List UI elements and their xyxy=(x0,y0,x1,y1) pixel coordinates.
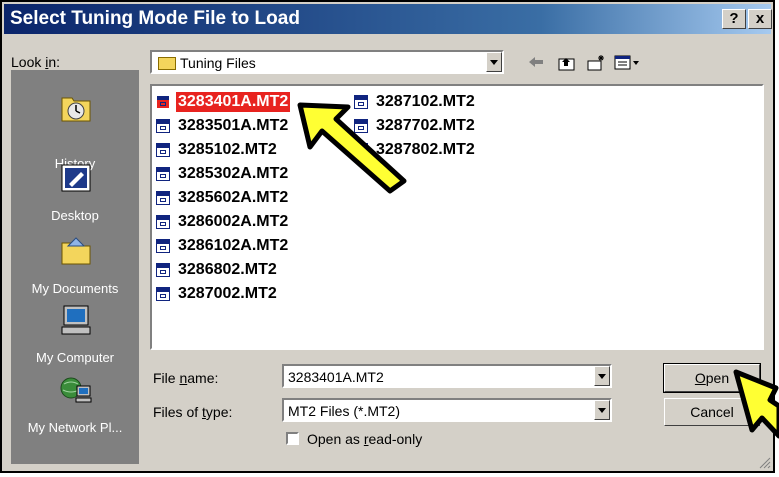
filetype-dropdown[interactable]: MT2 Files (*.MT2) xyxy=(282,398,612,422)
place-label: Desktop xyxy=(51,208,99,223)
chevron-down-icon[interactable] xyxy=(594,400,610,420)
readonly-checkbox[interactable] xyxy=(286,432,299,445)
mt2-file-icon xyxy=(156,95,170,109)
my-network-icon xyxy=(59,374,93,406)
my-documents-icon xyxy=(59,235,93,267)
chevron-down-icon[interactable] xyxy=(486,52,502,72)
filename-field[interactable]: 3283401A.MT2 xyxy=(282,364,612,388)
new-folder-icon[interactable] xyxy=(586,54,606,77)
open-file-dialog: Select Tuning Mode File to Load ? x Look… xyxy=(0,0,775,473)
mt2-file-icon xyxy=(156,263,170,277)
annotation-arrow xyxy=(733,369,779,439)
title-bar[interactable]: Select Tuning Mode File to Load ? x xyxy=(4,4,772,34)
lookin-dropdown[interactable]: Tuning Files xyxy=(150,50,504,74)
place-label: My Network Pl... xyxy=(27,420,123,435)
place-label: My Computer xyxy=(35,350,115,365)
readonly-label: Open as read-only xyxy=(307,431,423,447)
dialog-title: Select Tuning Mode File to Load xyxy=(10,8,300,29)
close-button[interactable]: x xyxy=(748,9,772,29)
back-arrow-icon[interactable] xyxy=(527,54,545,75)
my-computer-icon xyxy=(59,304,93,336)
desktop-icon xyxy=(59,162,93,194)
mt2-file-icon xyxy=(156,119,170,133)
lookin-value: Tuning Files xyxy=(180,55,256,71)
filename-label: File name: xyxy=(153,370,219,386)
chevron-down-icon[interactable] xyxy=(594,366,610,386)
filetype-label: Files of type: xyxy=(153,404,233,420)
filename-value: 3283401A.MT2 xyxy=(288,369,384,385)
file-list[interactable]: 3283401A.MT2 3283501A.MT2 3285102.MT2 32… xyxy=(150,84,764,350)
mt2-file-icon xyxy=(156,215,170,229)
mt2-file-icon xyxy=(156,143,170,157)
folder-icon xyxy=(158,57,176,70)
mt2-file-icon xyxy=(156,167,170,181)
mt2-file-icon xyxy=(156,287,170,301)
help-button[interactable]: ? xyxy=(722,9,746,29)
mt2-file-icon xyxy=(156,239,170,253)
places-bar: History Desktop My Documents My Computer… xyxy=(11,70,139,464)
place-label: My Documents xyxy=(31,281,119,296)
annotation-arrow xyxy=(297,102,407,194)
views-menu-icon[interactable] xyxy=(614,54,642,77)
history-icon xyxy=(59,92,93,124)
filetype-value: MT2 Files (*.MT2) xyxy=(288,403,400,419)
lookin-label: Look in: xyxy=(11,54,61,70)
up-folder-icon[interactable] xyxy=(557,54,577,77)
mt2-file-icon xyxy=(156,191,170,205)
